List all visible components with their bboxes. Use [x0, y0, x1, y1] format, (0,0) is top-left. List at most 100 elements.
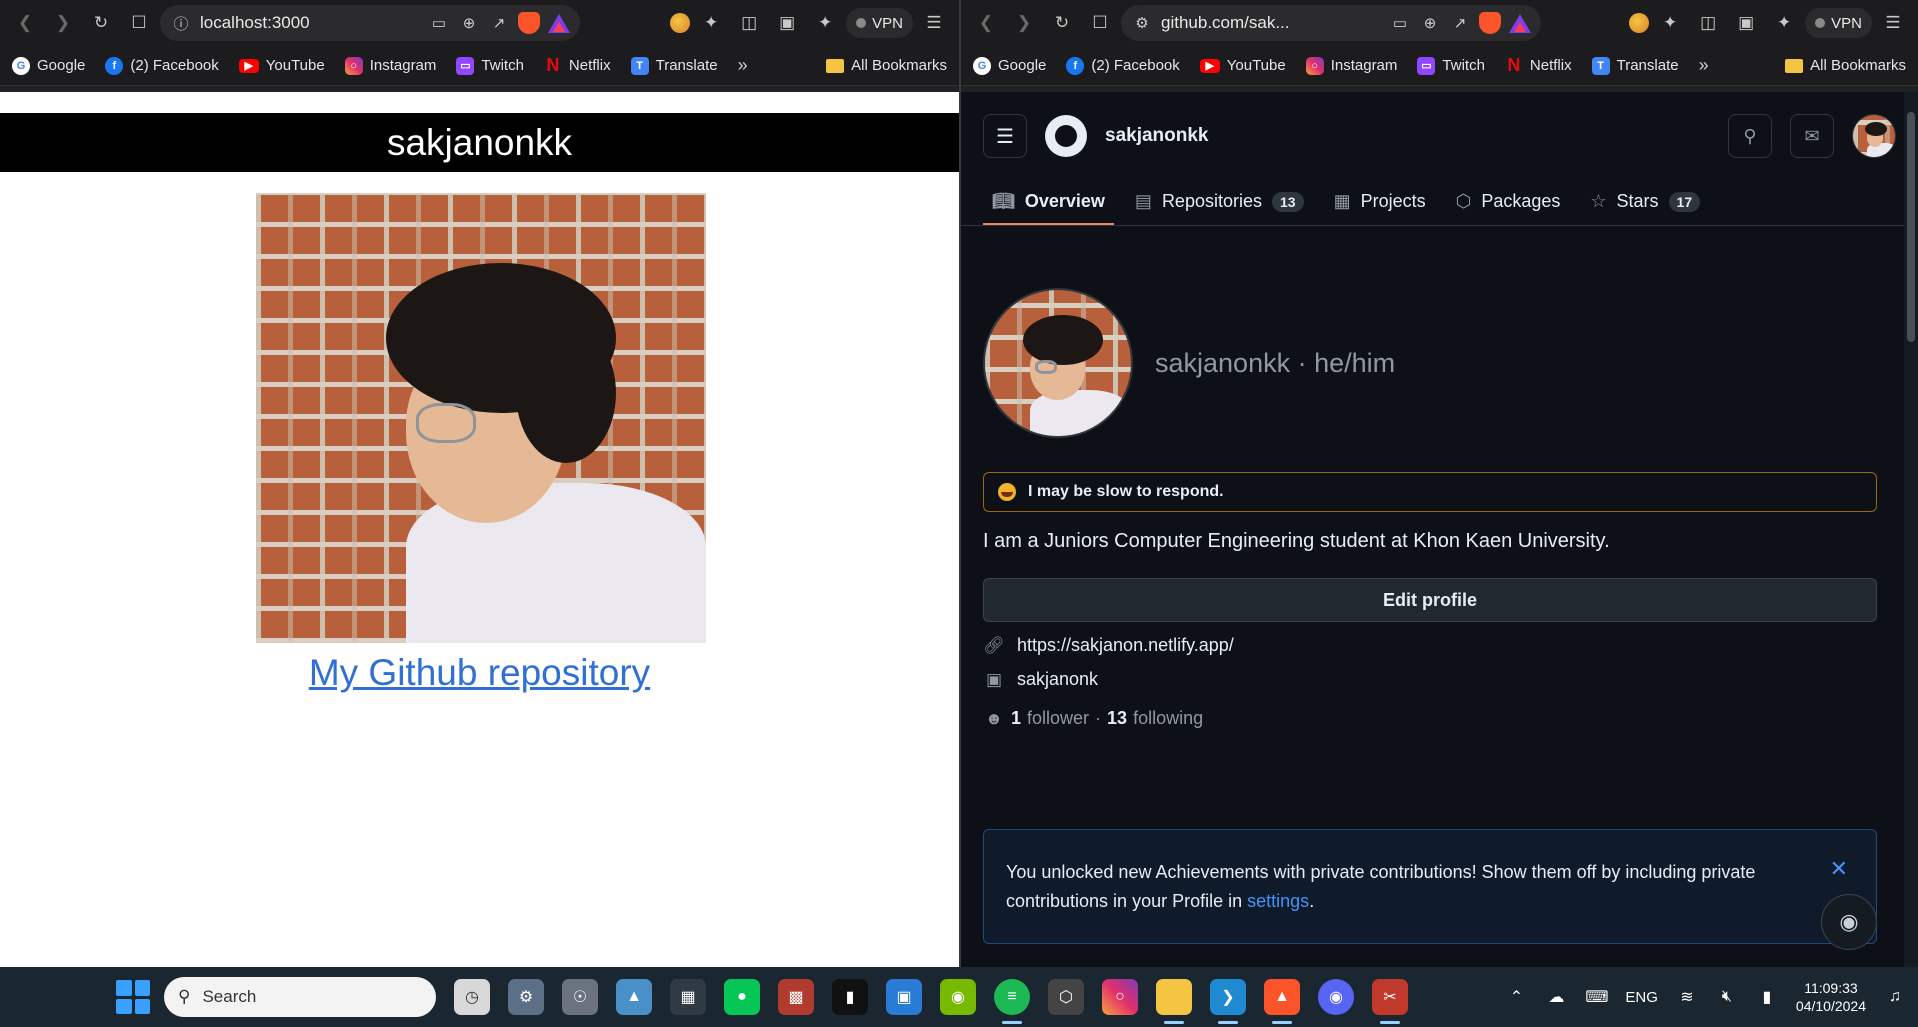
line-icon[interactable]: ● — [724, 979, 760, 1015]
address-bar[interactable]: ⚙ github.com/sak... ▭ ⊕ ↗ — [1121, 5, 1541, 41]
nvidia-icon[interactable]: ◉ — [940, 979, 976, 1015]
wallet-icon[interactable]: ▣ — [1729, 6, 1763, 40]
all-bookmarks-button[interactable]: All Bookmarks — [826, 57, 947, 74]
followers-label[interactable]: follower — [1027, 708, 1089, 729]
sidebar-icon[interactable]: ◫ — [732, 6, 766, 40]
website-link[interactable]: https://sakjanon.netlify.app/ — [1017, 635, 1234, 656]
battery-icon[interactable]: ▮ — [1756, 987, 1778, 1007]
vscode-icon[interactable]: ❯ — [1210, 979, 1246, 1024]
user-avatar-button[interactable] — [1852, 114, 1896, 158]
cast-icon[interactable]: ▭ — [1389, 12, 1411, 34]
share-icon[interactable]: ↗ — [488, 12, 510, 34]
cast-icon[interactable]: ▭ — [428, 12, 450, 34]
wifi-icon[interactable]: ≋ — [1676, 987, 1698, 1007]
back-icon[interactable]: ❮ — [969, 6, 1003, 40]
bookmark-netflix[interactable]: N Netflix — [1505, 55, 1571, 75]
tab-overview[interactable]: 📖︎ Overview — [983, 180, 1114, 225]
github-logo-icon[interactable] — [1045, 115, 1087, 157]
bookmark-instagram[interactable]: ○ Instagram — [1305, 56, 1397, 75]
instagram-link[interactable]: sakjanonk — [1017, 669, 1098, 690]
followers-count[interactable]: 1 — [1011, 708, 1021, 729]
wallet-icon[interactable]: ▣ — [770, 6, 804, 40]
bookmark-facebook[interactable]: f (2) Facebook — [1066, 56, 1180, 75]
leo-ai-icon[interactable]: ✦ — [808, 6, 842, 40]
bookmarks-overflow-button[interactable]: » — [1699, 55, 1709, 76]
tab-stars[interactable]: ☆ Stars 17 — [1581, 180, 1709, 225]
extensions-puzzle-icon[interactable]: ✦ — [1653, 6, 1687, 40]
zoom-icon[interactable]: ⊕ — [1419, 12, 1441, 34]
bookmark-twitch[interactable]: ▭ Twitch — [456, 56, 524, 75]
unity-icon[interactable]: ⬡ — [1048, 979, 1084, 1015]
keyboard-icon[interactable]: ⌨ — [1585, 987, 1608, 1007]
terminal-icon[interactable]: ▮ — [832, 979, 868, 1015]
hamburger-menu-icon[interactable]: ☰ — [983, 114, 1027, 158]
brave-shields-icon[interactable] — [1479, 12, 1501, 34]
bookmark-facebook[interactable]: f (2) Facebook — [105, 56, 219, 75]
share-icon[interactable]: ↗ — [1449, 12, 1471, 34]
brave-rewards-icon[interactable] — [1509, 13, 1531, 33]
brave-rewards-icon[interactable] — [548, 13, 570, 33]
bookmark-translate[interactable]: T Translate — [630, 56, 718, 75]
bookmark-icon[interactable]: ☐ — [122, 6, 156, 40]
scrollbar-thumb[interactable] — [1907, 112, 1915, 342]
notification-bell-icon[interactable]: ♫ — [1884, 988, 1906, 1006]
scrollbar[interactable] — [1904, 92, 1918, 967]
edit-profile-button[interactable]: Edit profile — [983, 578, 1877, 622]
github-repository-link[interactable]: My Github repository — [0, 652, 959, 694]
taskbar-search[interactable]: ⚲ Search — [164, 977, 436, 1017]
onedrive-icon[interactable]: ☁ — [1545, 987, 1567, 1007]
chevron-up-icon[interactable]: ⌃ — [1505, 987, 1527, 1007]
bookmark-translate[interactable]: T Translate — [1591, 56, 1679, 75]
brave-shields-icon[interactable] — [518, 12, 540, 34]
bookmark-youtube[interactable]: ▶ YouTube — [1199, 57, 1286, 74]
file-explorer-icon[interactable] — [1156, 979, 1192, 1024]
reload-icon[interactable]: ↻ — [1045, 6, 1079, 40]
clock[interactable]: 11:09:33 04/10/2024 — [1796, 979, 1866, 1015]
vpn-button[interactable]: VPN — [1805, 8, 1872, 38]
copilot-icon[interactable]: ◉ — [1821, 894, 1877, 950]
clock-app-icon[interactable]: ◷ — [454, 979, 490, 1015]
back-icon[interactable]: ❮ — [8, 6, 42, 40]
extensions-puzzle-icon[interactable]: ✦ — [694, 6, 728, 40]
header-username[interactable]: sakjanonkk — [1105, 125, 1209, 147]
bookmark-instagram[interactable]: ○ Instagram — [344, 56, 436, 75]
bookmark-google[interactable]: G Google — [973, 56, 1046, 75]
volume-muted-icon[interactable]: 🔇︎ — [1716, 988, 1738, 1006]
media-icon[interactable]: ☉ — [562, 979, 598, 1015]
address-bar[interactable]: ⓘ localhost:3000 ▭ ⊕ ↗ — [160, 5, 580, 41]
tab-repositories[interactable]: ▤ Repositories 13 — [1126, 180, 1313, 225]
settings-icon[interactable]: ⚙ — [508, 979, 544, 1015]
bookmarks-overflow-button[interactable]: » — [738, 55, 748, 76]
forward-icon[interactable]: ❯ — [46, 6, 80, 40]
language-indicator[interactable]: ENG — [1625, 989, 1658, 1006]
snipping-tool-icon[interactable]: ✂ — [1372, 979, 1408, 1024]
inbox-icon[interactable]: ✉ — [1790, 114, 1834, 158]
extension-icon[interactable] — [670, 13, 691, 33]
discord-icon[interactable]: ◉ — [1318, 979, 1354, 1015]
start-menu-icon[interactable] — [116, 980, 150, 1014]
brave-icon[interactable]: ▲ — [1264, 979, 1300, 1024]
profile-avatar[interactable] — [983, 288, 1133, 438]
window-app-icon[interactable]: ▣ — [886, 979, 922, 1015]
following-label[interactable]: following — [1133, 708, 1203, 729]
bookmark-twitch[interactable]: ▭ Twitch — [1417, 56, 1485, 75]
site-info-icon[interactable]: ⚙ — [1131, 12, 1153, 34]
keyboard-app-icon[interactable]: ▩ — [778, 979, 814, 1015]
all-bookmarks-button[interactable]: All Bookmarks — [1785, 57, 1906, 74]
leo-ai-icon[interactable]: ✦ — [1767, 6, 1801, 40]
site-info-icon[interactable]: ⓘ — [170, 12, 192, 34]
bookmark-youtube[interactable]: ▶ YouTube — [238, 57, 325, 74]
close-icon[interactable]: ✕ — [1830, 854, 1848, 883]
zoom-icon[interactable]: ⊕ — [458, 12, 480, 34]
spotify-icon[interactable]: ≡ — [994, 979, 1030, 1024]
bookmark-icon[interactable]: ☐ — [1083, 6, 1117, 40]
user-status[interactable]: I may be slow to respond. — [983, 472, 1877, 512]
photos-icon[interactable]: ▲ — [616, 979, 652, 1015]
notes-icon[interactable]: ▦ — [670, 979, 706, 1015]
following-count[interactable]: 13 — [1107, 708, 1127, 729]
search-icon[interactable]: ⚲ — [1728, 114, 1772, 158]
menu-icon[interactable]: ☰ — [917, 6, 951, 40]
tab-packages[interactable]: ⬡ Packages — [1447, 180, 1570, 225]
settings-link[interactable]: settings — [1247, 891, 1309, 911]
bookmark-netflix[interactable]: N Netflix — [544, 55, 610, 75]
